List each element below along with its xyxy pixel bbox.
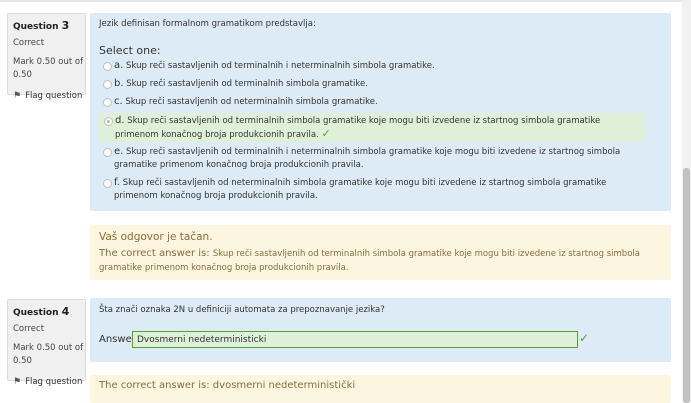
check-icon: ✓ [321, 126, 331, 140]
question-state: Correct [13, 38, 45, 48]
option-letter: c. [114, 96, 123, 107]
feedback-title: Vaš odgovor je tačan. [99, 231, 213, 243]
question-text: Šta znači oznaka 2N u definiciji automat… [99, 305, 385, 315]
flag-label: Flag question [25, 377, 83, 387]
question-number: 3 [61, 19, 70, 32]
option-f[interactable]: f. Skup reči sastavljenih od neterminaln… [98, 177, 646, 202]
question-4-number: Question 4 [13, 305, 85, 318]
flag-icon: ⚑ [13, 377, 22, 387]
top-divider [0, 0, 682, 2]
question-grade: Mark 0.50 out of 0.50 [13, 342, 85, 368]
option-e[interactable]: e. Skup reči sastavljenih od terminalnih… [98, 146, 646, 171]
option-d-radio[interactable] [104, 117, 113, 126]
flag-question-button[interactable]: ⚑ Flag question [13, 377, 85, 387]
scrollbar-thumb[interactable] [683, 168, 690, 403]
grade-line-1: Mark 0.50 out of [13, 57, 84, 67]
option-f-radio[interactable] [103, 179, 112, 188]
option-text: Skup reči sastavljenih od terminalnih si… [115, 116, 601, 140]
correct-answer-prefix: The correct answer is: [99, 248, 210, 259]
option-d[interactable]: d. Skup reči sastavljenih od terminalnih… [99, 113, 645, 142]
correct-answer: The correct answer is: dvosmerni nedeter… [99, 380, 356, 391]
question-3-number: Question 3 [13, 19, 85, 32]
option-text: Skup reči sastavljenih od terminalnih i … [114, 147, 621, 170]
option-letter: a. [114, 60, 124, 71]
option-text: Skup reči sastavljenih od neterminalnih … [125, 97, 378, 107]
question-4-feedback: The correct answer is: dvosmerni nedeter… [90, 375, 671, 403]
question-state: Correct [13, 324, 45, 334]
question-3-info: Question 3 Correct Mark 0.50 out of 0.50… [7, 13, 86, 101]
question-number: 4 [61, 305, 70, 318]
question-3-formulation: Jezik definisan formalnom gramatikom pre… [90, 13, 671, 211]
option-text: Skup reči sastavljenih od terminalnih si… [126, 79, 368, 89]
question-label: Question [13, 308, 59, 318]
option-e-radio[interactable] [103, 148, 112, 157]
grade-line-2: 0.50 [13, 70, 32, 80]
answer-input[interactable] [132, 331, 578, 348]
option-text: Skup reči sastavljenih od terminalnih i … [126, 61, 435, 71]
grade-line-2: 0.50 [13, 356, 32, 366]
option-a-radio[interactable] [103, 62, 112, 71]
option-b[interactable]: b. Skup reči sastavljenih od terminalnih… [98, 78, 646, 91]
correct-answer: The correct answer is: Skup reči sastavl… [99, 247, 659, 275]
flag-icon: ⚑ [13, 91, 22, 101]
question-text: Jezik definisan formalnom gramatikom pre… [99, 19, 316, 29]
grade-line-1: Mark 0.50 out of [13, 343, 84, 353]
option-c[interactable]: c. Skup reči sastavljenih od neterminaln… [98, 96, 646, 109]
question-grade: Mark 0.50 out of 0.50 [13, 56, 85, 82]
option-text: Skup reči sastavljenih od neterminalnih … [114, 178, 607, 201]
option-letter: f. [114, 177, 120, 188]
select-one-prompt: Select one: [99, 44, 161, 57]
option-letter: d. [115, 115, 125, 126]
option-c-radio[interactable] [103, 98, 112, 107]
check-icon: ✓ [579, 331, 590, 345]
scrollbar[interactable] [682, 0, 691, 403]
option-letter: e. [114, 146, 124, 157]
question-3-feedback: Vaš odgovor je tačan. The correct answer… [90, 225, 671, 280]
flag-question-button[interactable]: ⚑ Flag question [13, 91, 85, 101]
flag-label: Flag question [25, 91, 83, 101]
option-letter: b. [114, 78, 124, 89]
option-b-radio[interactable] [103, 80, 112, 89]
option-a[interactable]: a. Skup reči sastavljenih od terminalnih… [98, 60, 646, 73]
question-4-formulation: Šta znači oznaka 2N u definiciji automat… [90, 298, 671, 362]
question-label: Question [13, 22, 59, 32]
question-4-info: Question 4 Correct Mark 0.50 out of 0.50… [7, 299, 86, 387]
